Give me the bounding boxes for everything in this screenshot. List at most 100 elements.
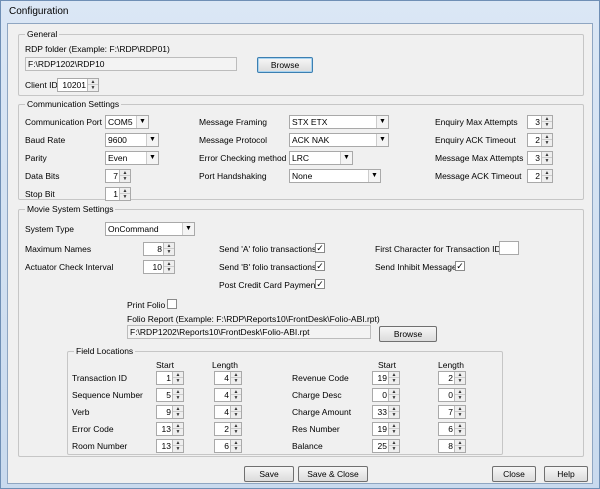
- spin-arrows-icon[interactable]: ▲ ▼: [388, 423, 399, 435]
- spin-arrows-icon[interactable]: ▲ ▼: [541, 134, 552, 146]
- field-length-spinner[interactable]: 4 ▲ ▼: [214, 371, 242, 385]
- client-id-spinner[interactable]: 10201 ▲ ▼: [57, 78, 99, 92]
- chevron-down-icon[interactable]: ▼: [376, 116, 388, 128]
- send-a-folio-checkbox[interactable]: ✓: [315, 243, 325, 253]
- message-framing-select[interactable]: STX ETX ▼: [289, 115, 389, 129]
- send-a-folio-label: Send 'A' folio transactions: [219, 244, 317, 254]
- spin-arrows-icon[interactable]: ▲ ▼: [454, 372, 465, 384]
- data-bits-spinner[interactable]: 7 ▲ ▼: [105, 169, 131, 183]
- spin-arrows-icon[interactable]: ▲ ▼: [163, 261, 174, 273]
- spin-arrows-icon[interactable]: ▲ ▼: [454, 389, 465, 401]
- spin-arrows-icon[interactable]: ▲ ▼: [541, 116, 552, 128]
- spin-arrows-icon[interactable]: ▲ ▼: [119, 188, 130, 200]
- maximum-names-spinner[interactable]: 8 ▲ ▼: [143, 242, 175, 256]
- actuator-check-interval-spinner[interactable]: 10 ▲ ▼: [143, 260, 175, 274]
- spin-arrows-icon[interactable]: ▲ ▼: [454, 406, 465, 418]
- message-framing-label: Message Framing: [199, 117, 268, 127]
- spin-arrows-icon[interactable]: ▲ ▼: [172, 440, 183, 452]
- send-inhibit-checkbox[interactable]: ✓: [455, 261, 465, 271]
- chevron-down-icon[interactable]: ▼: [340, 152, 352, 164]
- field-start-spinner[interactable]: 33 ▲ ▼: [372, 405, 400, 419]
- field-length-spinner[interactable]: 8 ▲ ▼: [438, 439, 466, 453]
- baud-rate-select[interactable]: 9600 ▼: [105, 133, 159, 147]
- comm-port-value: COM5: [108, 117, 133, 127]
- field-length-spinner[interactable]: 6 ▲ ▼: [214, 439, 242, 453]
- close-button[interactable]: Close: [492, 466, 536, 482]
- print-folio-checkbox[interactable]: [167, 299, 177, 309]
- field-length-spinner[interactable]: 2 ▲ ▼: [214, 422, 242, 436]
- chevron-down-icon[interactable]: ▼: [146, 152, 158, 164]
- spin-arrows-icon[interactable]: ▲ ▼: [172, 372, 183, 384]
- first-character-label: First Character for Transaction ID: [375, 244, 501, 254]
- field-start-spinner[interactable]: 19 ▲ ▼: [372, 371, 400, 385]
- communication-legend: Communication Settings: [25, 99, 122, 109]
- spin-arrows-icon[interactable]: ▲ ▼: [454, 440, 465, 452]
- error-checking-select[interactable]: LRC ▼: [289, 151, 353, 165]
- spin-arrows-icon[interactable]: ▲ ▼: [541, 170, 552, 182]
- spin-arrows-icon[interactable]: ▲ ▼: [388, 406, 399, 418]
- message-protocol-select[interactable]: ACK NAK ▼: [289, 133, 389, 147]
- spin-arrows-icon[interactable]: ▲ ▼: [163, 243, 174, 255]
- spin-arrows-icon[interactable]: ▲ ▼: [87, 79, 98, 91]
- parity-select[interactable]: Even ▼: [105, 151, 159, 165]
- spin-arrows-icon[interactable]: ▲ ▼: [541, 152, 552, 164]
- spin-arrows-icon[interactable]: ▲ ▼: [388, 389, 399, 401]
- chevron-down-icon[interactable]: ▼: [182, 223, 194, 235]
- field-length-spinner[interactable]: 4 ▲ ▼: [214, 388, 242, 402]
- spin-arrows-icon[interactable]: ▲ ▼: [119, 170, 130, 182]
- field-start-spinner[interactable]: 0 ▲ ▼: [372, 388, 400, 402]
- field-length-value: 2: [448, 373, 453, 383]
- save-close-button[interactable]: Save & Close: [298, 466, 368, 482]
- field-start-spinner[interactable]: 1 ▲ ▼: [156, 371, 184, 385]
- field-length-spinner[interactable]: 7 ▲ ▼: [438, 405, 466, 419]
- field-length-spinner[interactable]: 6 ▲ ▼: [438, 422, 466, 436]
- spin-arrows-icon[interactable]: ▲ ▼: [388, 440, 399, 452]
- spin-arrows-icon[interactable]: ▲ ▼: [172, 423, 183, 435]
- message-max-attempts-spinner[interactable]: 3 ▲ ▼: [527, 151, 553, 165]
- enquiry-max-attempts-spinner[interactable]: 3 ▲ ▼: [527, 115, 553, 129]
- field-length-spinner[interactable]: 0 ▲ ▼: [438, 388, 466, 402]
- movie-system-legend: Movie System Settings: [25, 204, 116, 214]
- chevron-down-icon[interactable]: ▼: [368, 170, 380, 182]
- folio-browse-button[interactable]: Browse: [379, 326, 437, 342]
- chevron-down-icon[interactable]: ▼: [146, 134, 158, 146]
- field-row-label: Revenue Code: [292, 373, 349, 383]
- first-character-input[interactable]: [499, 241, 519, 255]
- field-start-spinner[interactable]: 9 ▲ ▼: [156, 405, 184, 419]
- port-handshaking-select[interactable]: None ▼: [289, 169, 381, 183]
- post-credit-card-checkbox[interactable]: ✓: [315, 279, 325, 289]
- chevron-down-icon[interactable]: ▼: [376, 134, 388, 146]
- message-ack-timeout-spinner[interactable]: 2 ▲ ▼: [527, 169, 553, 183]
- spin-arrows-icon[interactable]: ▲ ▼: [388, 372, 399, 384]
- field-start-spinner[interactable]: 5 ▲ ▼: [156, 388, 184, 402]
- spin-arrows-icon[interactable]: ▲ ▼: [230, 372, 241, 384]
- spin-arrows-icon[interactable]: ▲ ▼: [454, 423, 465, 435]
- spin-arrows-icon[interactable]: ▲ ▼: [230, 440, 241, 452]
- chevron-down-icon[interactable]: ▼: [136, 116, 148, 128]
- enquiry-ack-timeout-spinner[interactable]: 2 ▲ ▼: [527, 133, 553, 147]
- help-button[interactable]: Help: [544, 466, 588, 482]
- field-start-spinner[interactable]: 13 ▲ ▼: [156, 422, 184, 436]
- spin-arrows-icon[interactable]: ▲ ▼: [230, 389, 241, 401]
- field-start-spinner[interactable]: 19 ▲ ▼: [372, 422, 400, 436]
- save-button[interactable]: Save: [244, 466, 294, 482]
- port-handshaking-label: Port Handshaking: [199, 171, 267, 181]
- field-row-label: Balance: [292, 441, 323, 451]
- field-start-spinner[interactable]: 13 ▲ ▼: [156, 439, 184, 453]
- stop-bit-spinner[interactable]: 1 ▲ ▼: [105, 187, 131, 201]
- field-start-spinner[interactable]: 25 ▲ ▼: [372, 439, 400, 453]
- spin-arrows-icon[interactable]: ▲ ▼: [172, 406, 183, 418]
- field-length-spinner[interactable]: 4 ▲ ▼: [214, 405, 242, 419]
- folio-report-field[interactable]: F:\RDP1202\Reports10\FrontDesk\Folio-ABI…: [127, 325, 371, 339]
- spin-arrows-icon[interactable]: ▲ ▼: [230, 423, 241, 435]
- send-b-folio-checkbox[interactable]: ✓: [315, 261, 325, 271]
- comm-port-select[interactable]: COM5 ▼: [105, 115, 149, 129]
- system-type-select[interactable]: OnCommand ▼: [105, 222, 195, 236]
- general-browse-button[interactable]: Browse: [257, 57, 313, 73]
- spin-arrows-icon[interactable]: ▲ ▼: [172, 389, 183, 401]
- field-length-spinner[interactable]: 2 ▲ ▼: [438, 371, 466, 385]
- field-locations-legend: Field Locations: [74, 346, 136, 356]
- field-row-label: Charge Desc: [292, 390, 342, 400]
- spin-arrows-icon[interactable]: ▲ ▼: [230, 406, 241, 418]
- rdp-folder-field[interactable]: F:\RDP1202\RDP10: [25, 57, 237, 71]
